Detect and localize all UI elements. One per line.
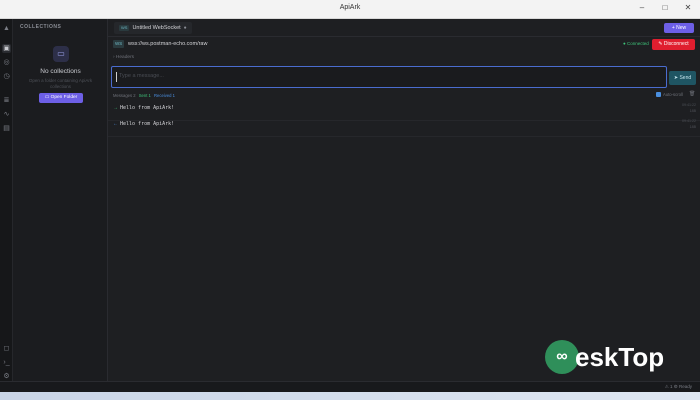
message-text: Hello from ApiArk! — [120, 121, 175, 127]
text-cursor — [116, 72, 117, 82]
message-text: Hello from ApiArk! — [120, 105, 175, 111]
tab-untitled-websocket[interactable]: WS Untitled WebSocket ● — [114, 22, 192, 34]
window-titlebar: ApiArk – □ ✕ — [0, 0, 700, 19]
open-folder-label: Open Folder — [50, 95, 78, 100]
connection-status: ● Connected — [623, 41, 649, 46]
autoscroll-label: Auto-scroll — [663, 92, 683, 97]
protocol-badge: WS — [113, 40, 125, 48]
folder-icon: ▭ — [53, 46, 69, 62]
collections-sidebar: COLLECTIONS ▭ No collections Open a fold… — [13, 19, 108, 392]
minimize-button[interactable]: – — [636, 3, 648, 12]
chat-icon[interactable]: ◻ — [2, 344, 11, 353]
message-size: 18B — [689, 125, 696, 129]
message-time: 09:41:22 — [682, 103, 696, 107]
watermark-text: eskTop — [575, 342, 665, 372]
tab-label: Untitled WebSocket — [132, 25, 181, 31]
send-button[interactable]: ➤ Send — [669, 71, 696, 85]
watermark-icon: ∞ — [545, 340, 579, 374]
headers-toggle[interactable]: › Headers — [113, 55, 134, 60]
messages-count: Messages 2 — [113, 93, 136, 98]
maximize-button[interactable]: □ — [659, 3, 671, 12]
new-request-button[interactable]: + New — [664, 23, 694, 33]
received-count: Received 1 — [154, 93, 175, 98]
empty-state-subtitle: Open a folder containing ApiArk collecti… — [28, 78, 93, 89]
history-icon[interactable]: ◷ — [2, 72, 11, 81]
message-row[interactable]: ← Hello from ApiArk! 09:41:22 18B — [108, 115, 700, 137]
url-field[interactable]: wss://ws.postman-echo.com/raw — [128, 41, 207, 47]
settings-icon[interactable]: ⚙ — [2, 372, 11, 381]
tab-close-icon[interactable]: ● — [184, 25, 187, 31]
sent-arrow-icon: → — [113, 105, 118, 111]
watermark-logo: ∞ eskTop — [545, 340, 695, 374]
collections-heading: COLLECTIONS — [20, 24, 62, 30]
empty-state-title: No collections — [40, 68, 81, 75]
close-window-button[interactable]: ✕ — [682, 3, 694, 12]
app-window: ▲ ▣ ◎ ◷ ≣ ∿ ▤ ◻ ›_ ⚙ COLLECTIONS ▭ No co… — [0, 19, 700, 392]
window-title: ApiArk — [339, 4, 361, 11]
os-taskbar — [0, 392, 700, 400]
sent-count: Sent 1 — [138, 93, 151, 98]
app-logo-icon: ▲ — [3, 25, 10, 32]
message-time: 09:41:22 — [682, 119, 696, 123]
activity-icon[interactable]: ∿ — [2, 110, 11, 119]
main-panel: WS Untitled WebSocket ● + New WS wss://ws.… — [108, 19, 700, 392]
message-counts: Messages 2 Sent 1 Received 1 — [113, 93, 175, 98]
autoscroll-checkbox[interactable] — [656, 92, 661, 98]
url-bar: WS wss://ws.postman-echo.com/raw ● Conne… — [108, 38, 700, 52]
send-label: Send — [679, 75, 692, 81]
status-bar-right: ⚠ 1 ⚙ Ready — [664, 384, 692, 389]
received-arrow-icon: ← — [113, 121, 118, 127]
database-icon[interactable]: ≣ — [2, 96, 11, 105]
open-folder-button[interactable]: ▭ Open Folder — [39, 93, 83, 103]
tab-bar: WS Untitled WebSocket ● + New — [108, 19, 700, 37]
autoscroll-toggle[interactable]: Auto-scroll — [656, 92, 683, 98]
document-icon[interactable]: ▤ — [2, 124, 11, 133]
activity-bar: ▲ ▣ ◎ ◷ ≣ ∿ ▤ ◻ ›_ ⚙ — [0, 19, 13, 392]
message-placeholder: Type a message... — [119, 73, 164, 79]
disconnect-label: Disconnect — [663, 41, 689, 47]
collections-icon[interactable]: ▣ — [2, 44, 11, 53]
status-bar: ⚠ 1 ⚙ Ready — [0, 381, 700, 392]
message-input[interactable]: Type a message... — [111, 66, 667, 88]
message-size: 18B — [689, 109, 696, 113]
protocol-badge: WS — [119, 24, 130, 31]
clear-messages-icon[interactable]: 🗑 — [689, 91, 695, 97]
disconnect-button[interactable]: ✎ Disconnect — [652, 39, 695, 50]
terminal-icon[interactable]: ›_ — [2, 358, 11, 367]
globe-icon[interactable]: ◎ — [2, 58, 11, 67]
